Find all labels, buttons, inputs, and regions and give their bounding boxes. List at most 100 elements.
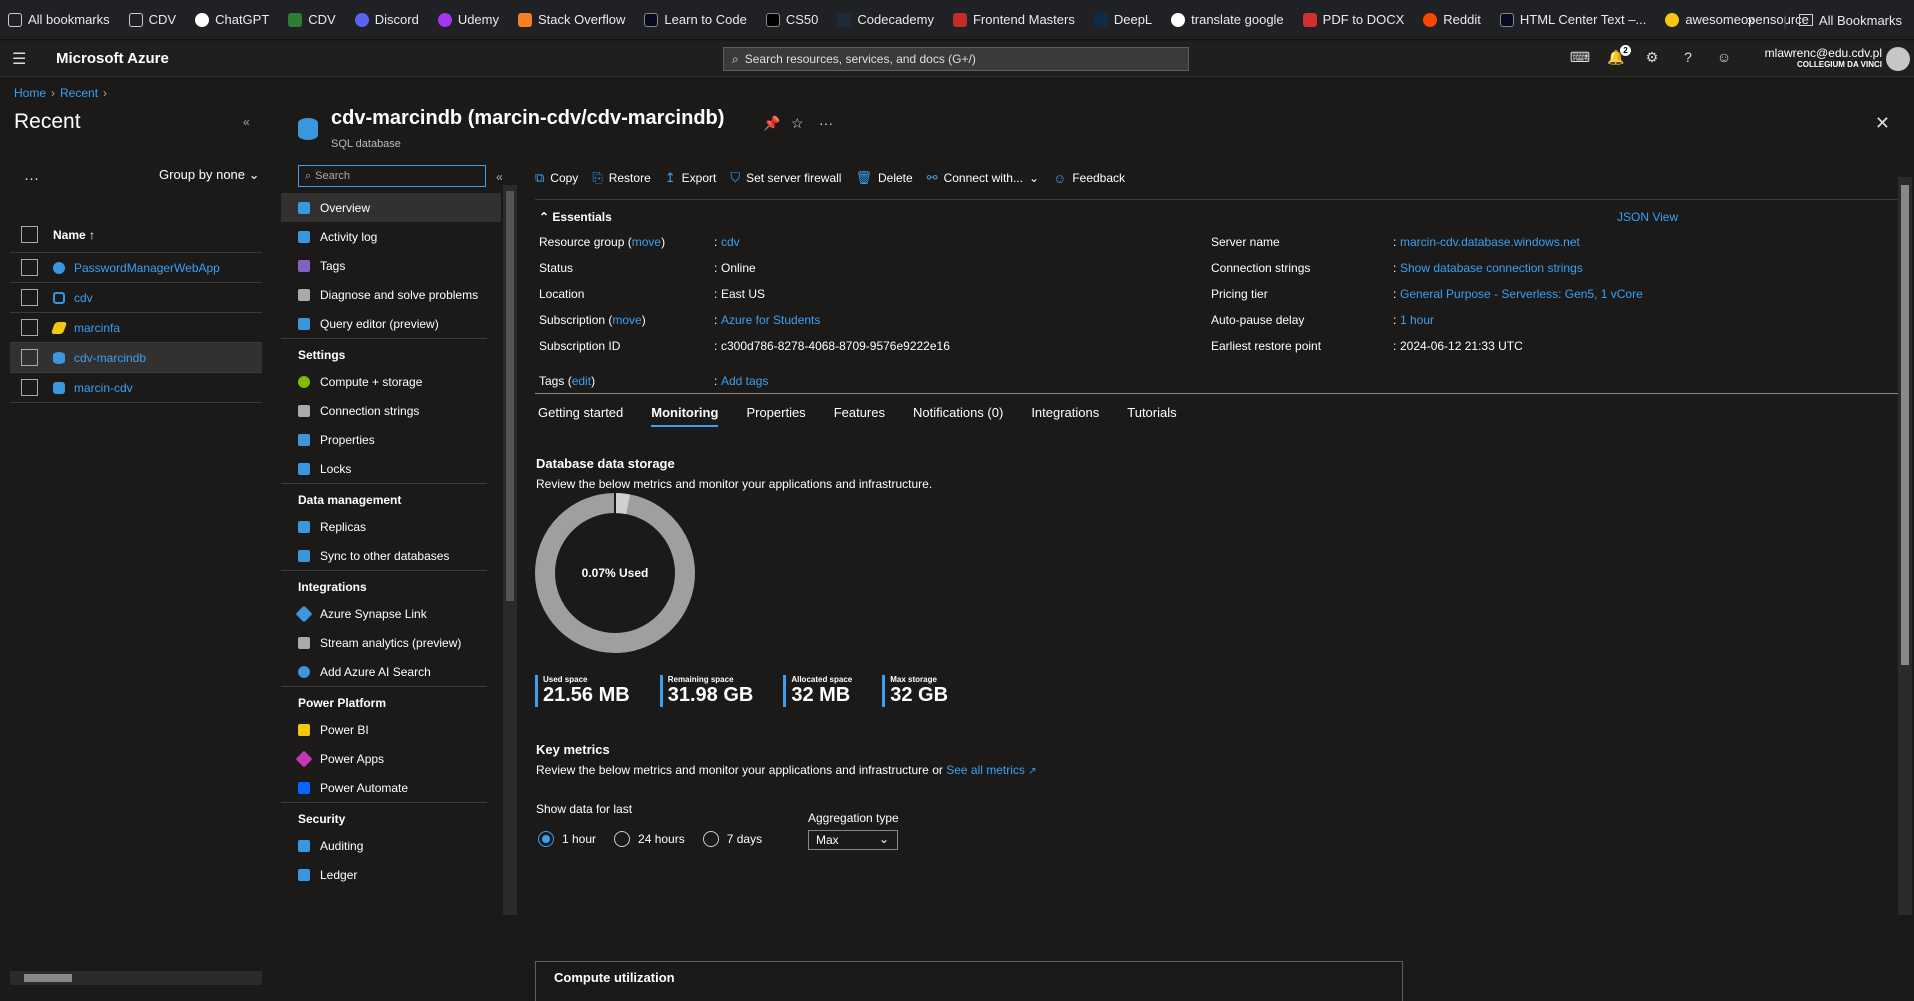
- menu-item-diagnose[interactable]: Diagnose and solve problems: [281, 280, 501, 309]
- bookmark-cs50[interactable]: CS50: [765, 12, 818, 27]
- connect-with-dropdown[interactable]: ⚯ Connect with... ⌄: [927, 170, 1039, 186]
- collapse-menu-icon[interactable]: «: [496, 170, 503, 184]
- menu-scrollbar[interactable]: [503, 185, 517, 915]
- restore-button[interactable]: ⎘ Restore: [592, 170, 650, 186]
- table-row[interactable]: marcinfa: [10, 313, 262, 343]
- tab-notifications[interactable]: Notifications (0): [913, 405, 1003, 427]
- bookmark-udemy[interactable]: Udemy: [437, 12, 499, 27]
- more-options-icon[interactable]: ···: [24, 170, 39, 187]
- bookmark-stackoverflow[interactable]: Stack Overflow: [518, 12, 625, 27]
- menu-item-query-editor[interactable]: Query editor (preview): [281, 309, 501, 338]
- radio-1-hour[interactable]: 1 hour: [538, 831, 596, 847]
- bookmark-frontend-masters[interactable]: Frontend Masters: [952, 12, 1075, 27]
- menu-item-locks[interactable]: Locks: [281, 454, 501, 483]
- subscription-link[interactable]: Azure for Students: [721, 313, 820, 327]
- menu-item-synapse-link[interactable]: Azure Synapse Link: [281, 599, 501, 628]
- bookmark-chatgpt[interactable]: ChatGPT: [195, 12, 269, 27]
- bookmark-discord[interactable]: Discord: [354, 12, 419, 27]
- tab-integrations[interactable]: Integrations: [1031, 405, 1099, 427]
- bookmark-cdv-folder[interactable]: CDV: [128, 12, 176, 27]
- bookmark-codecademy[interactable]: Codecademy: [837, 12, 934, 27]
- group-by-dropdown[interactable]: Group by none ⌄: [159, 167, 260, 183]
- radio-circle[interactable]: [538, 831, 554, 847]
- menu-item-tags[interactable]: Tags: [281, 251, 501, 280]
- all-bookmarks-link[interactable]: All Bookmarks: [1819, 13, 1902, 28]
- tab-monitoring[interactable]: Monitoring: [651, 405, 719, 427]
- hamburger-menu-icon[interactable]: ☰: [12, 49, 26, 69]
- table-row[interactable]: cdv-marcindb: [10, 343, 262, 373]
- menu-item-stream-analytics[interactable]: Stream analytics (preview): [281, 628, 501, 657]
- azure-brand[interactable]: Microsoft Azure: [56, 50, 169, 67]
- menu-item-auditing[interactable]: Auditing: [281, 831, 501, 860]
- row-checkbox[interactable]: [21, 349, 38, 366]
- scrollbar-thumb[interactable]: [1901, 185, 1909, 665]
- horizontal-scrollbar[interactable]: [10, 971, 262, 985]
- bookmark-translate-google[interactable]: translate google: [1171, 12, 1284, 27]
- menu-item-power-bi[interactable]: Power BI: [281, 715, 501, 744]
- menu-item-connection-strings[interactable]: Connection strings: [281, 396, 501, 425]
- help-icon[interactable]: ?: [1670, 49, 1706, 66]
- table-row[interactable]: PasswordManagerWebApp: [10, 253, 262, 283]
- scrollbar-thumb[interactable]: [506, 191, 514, 601]
- name-column-header[interactable]: Name ↑: [53, 228, 95, 242]
- export-button[interactable]: ↥ Export: [665, 170, 717, 186]
- menu-item-sync[interactable]: Sync to other databases: [281, 541, 501, 570]
- menu-item-compute-storage[interactable]: Compute + storage: [281, 367, 501, 396]
- menu-item-activity-log[interactable]: Activity log: [281, 222, 501, 251]
- table-row[interactable]: marcin-cdv: [10, 373, 262, 403]
- row-checkbox[interactable]: [21, 379, 38, 396]
- row-checkbox[interactable]: [21, 259, 38, 276]
- menu-item-overview[interactable]: Overview: [281, 193, 501, 222]
- settings-gear-icon[interactable]: ⚙: [1634, 49, 1670, 66]
- bookmarks-overflow-icon[interactable]: »: [1747, 12, 1755, 29]
- tab-tutorials[interactable]: Tutorials: [1127, 405, 1176, 427]
- menu-search-input[interactable]: ⌕ Search: [298, 165, 486, 187]
- server-name-link[interactable]: marcin-cdv.database.windows.net: [1400, 235, 1580, 249]
- notifications-icon[interactable]: 🔔 2: [1598, 45, 1634, 66]
- menu-item-properties[interactable]: Properties: [281, 425, 501, 454]
- radio-circle[interactable]: [614, 831, 631, 847]
- essentials-toggle[interactable]: ⌃ Essentials: [539, 210, 612, 224]
- row-checkbox[interactable]: [21, 289, 38, 306]
- radio-7-days[interactable]: 7 days: [702, 831, 762, 847]
- table-row[interactable]: cdv: [10, 283, 262, 313]
- menu-item-ledger[interactable]: Ledger: [281, 860, 501, 889]
- pricing-tier-link[interactable]: General Purpose - Serverless: Gen5, 1 vC…: [1400, 287, 1643, 301]
- edit-tags-link[interactable]: edit: [572, 374, 591, 388]
- auto-pause-link[interactable]: 1 hour: [1400, 313, 1434, 327]
- bookmark-reddit[interactable]: Reddit: [1423, 12, 1481, 27]
- feedback-button[interactable]: ☺ Feedback: [1053, 171, 1125, 186]
- feedback-icon[interactable]: ☺: [1706, 49, 1742, 66]
- move-subscription-link[interactable]: move: [612, 313, 641, 327]
- select-all-checkbox[interactable]: [21, 226, 38, 243]
- copy-button[interactable]: ⧉ Copy: [535, 170, 578, 186]
- bookmark-learn-to-code[interactable]: Learn to Code: [644, 12, 747, 27]
- more-options-icon[interactable]: ···: [819, 115, 833, 131]
- content-scrollbar[interactable]: [1898, 177, 1912, 915]
- menu-item-replicas[interactable]: Replicas: [281, 512, 501, 541]
- resource-group-link[interactable]: cdv: [721, 235, 740, 249]
- cloud-shell-icon[interactable]: ⌨: [1562, 49, 1598, 66]
- tab-getting-started[interactable]: Getting started: [538, 405, 623, 427]
- bookmark-all[interactable]: All bookmarks: [8, 12, 110, 27]
- tab-features[interactable]: Features: [834, 405, 885, 427]
- scrollbar-thumb[interactable]: [24, 974, 72, 982]
- collapse-icon[interactable]: «: [243, 115, 250, 129]
- radio-24-hours[interactable]: 24 hours: [614, 831, 685, 847]
- close-icon[interactable]: ✕: [1875, 113, 1890, 134]
- global-search-input[interactable]: ⌕ Search resources, services, and docs (…: [723, 47, 1189, 71]
- star-icon[interactable]: ☆: [791, 115, 804, 132]
- bookmark-html-center[interactable]: HTML Center Text –...: [1499, 12, 1646, 27]
- tab-properties[interactable]: Properties: [746, 405, 805, 427]
- menu-item-ai-search[interactable]: Add Azure AI Search: [281, 657, 501, 686]
- radio-circle[interactable]: [702, 831, 719, 847]
- menu-item-power-apps[interactable]: Power Apps: [281, 744, 501, 773]
- menu-item-power-automate[interactable]: Power Automate: [281, 773, 501, 802]
- json-view-link[interactable]: JSON View: [1617, 210, 1678, 224]
- row-checkbox[interactable]: [21, 319, 38, 336]
- set-server-firewall-button[interactable]: ⛉ Set server firewall: [730, 170, 841, 186]
- delete-button[interactable]: 🗑 Delete: [855, 170, 912, 186]
- see-all-metrics-link[interactable]: See all metrics: [946, 763, 1025, 777]
- bookmark-cdv[interactable]: CDV: [288, 12, 336, 27]
- bookmark-pdf-to-docx[interactable]: PDF to DOCX: [1302, 12, 1404, 27]
